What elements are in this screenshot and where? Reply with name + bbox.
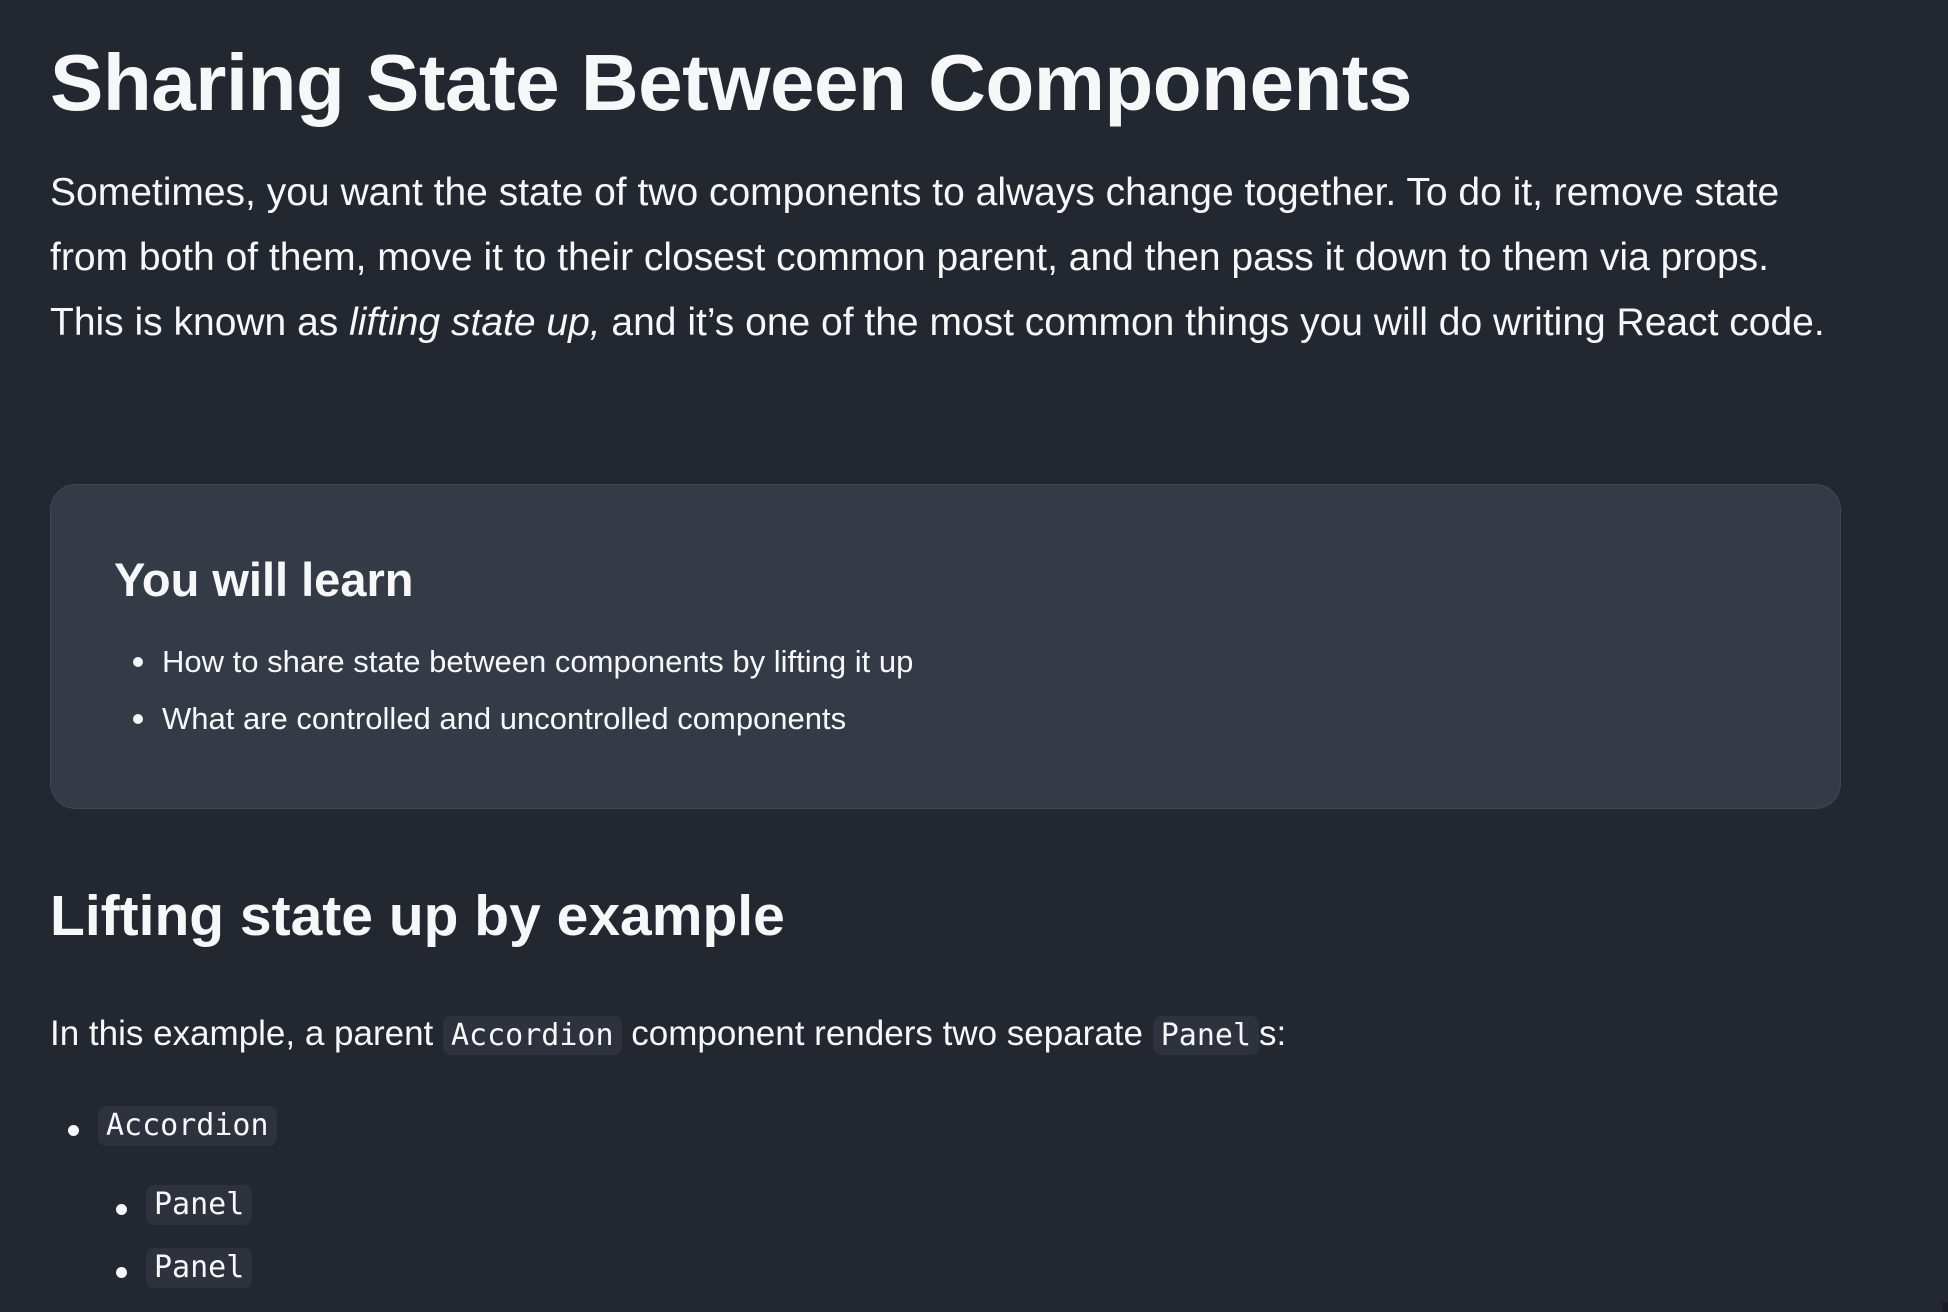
bullet-icon [133, 714, 143, 724]
intro-text-after: and it’s one of the most common things y… [600, 301, 1825, 344]
bullet-icon [68, 1125, 79, 1136]
resize-handle[interactable] [1942, 1302, 1948, 1312]
section-heading[interactable]: Lifting state up by example [50, 878, 785, 954]
code-panel-child: Panel [146, 1185, 253, 1225]
example-text-middle: component renders two separate [621, 1014, 1153, 1053]
bullet-icon [116, 1267, 127, 1278]
code-panel-child: Panel [146, 1248, 253, 1288]
you-will-learn-title: You will learn [114, 553, 414, 606]
intro-emphasis: lifting state up, [349, 301, 601, 344]
learn-item-text: How to share state between components by… [162, 644, 914, 679]
example-text-before: In this example, a parent [50, 1014, 443, 1053]
learn-list-item: How to share state between components by… [114, 633, 913, 690]
code-accordion: Accordion [443, 1016, 622, 1055]
you-will-learn-list: How to share state between components by… [114, 633, 913, 747]
example-paragraph: In this example, a parent Accordion comp… [50, 1008, 1286, 1062]
learn-list-item: What are controlled and uncontrolled com… [114, 690, 913, 747]
bullet-icon [116, 1204, 127, 1215]
example-text-after: s: [1259, 1014, 1287, 1053]
bullet-icon [133, 657, 143, 667]
code-panel: Panel [1152, 1016, 1260, 1055]
page-title: Sharing State Between Components [50, 38, 1412, 127]
code-accordion-root: Accordion [98, 1106, 277, 1146]
intro-paragraph: Sometimes, you want the state of two com… [50, 160, 1840, 355]
learn-item-text: What are controlled and uncontrolled com… [162, 701, 847, 736]
